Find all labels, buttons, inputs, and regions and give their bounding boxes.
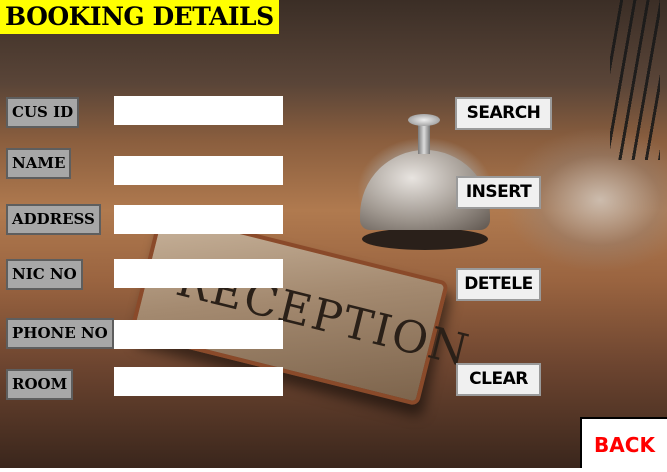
customer-id-label: CUS ID [6,97,80,128]
back-button[interactable]: BACK [580,417,667,468]
name-label: NAME [6,148,72,179]
bell-base [362,228,488,250]
address-label: ADDRESS [6,204,101,235]
nic-number-input[interactable] [114,259,283,288]
clear-button[interactable]: CLEAR [456,363,541,396]
page-title: BOOKING DETAILS [0,0,279,34]
address-input[interactable] [114,205,283,234]
room-label: ROOM [6,369,74,400]
insert-button[interactable]: INSERT [456,176,541,209]
nic-number-label: NIC NO [6,259,83,290]
delete-button[interactable]: DETELE [456,268,541,301]
name-input[interactable] [114,156,283,185]
search-button[interactable]: SEARCH [455,97,552,130]
customer-id-input[interactable] [114,96,283,125]
phone-number-input[interactable] [114,320,283,349]
room-input[interactable] [114,367,283,396]
phone-number-label: PHONE NO [6,318,114,349]
bell-button [408,114,440,126]
pen-holder [610,0,660,160]
